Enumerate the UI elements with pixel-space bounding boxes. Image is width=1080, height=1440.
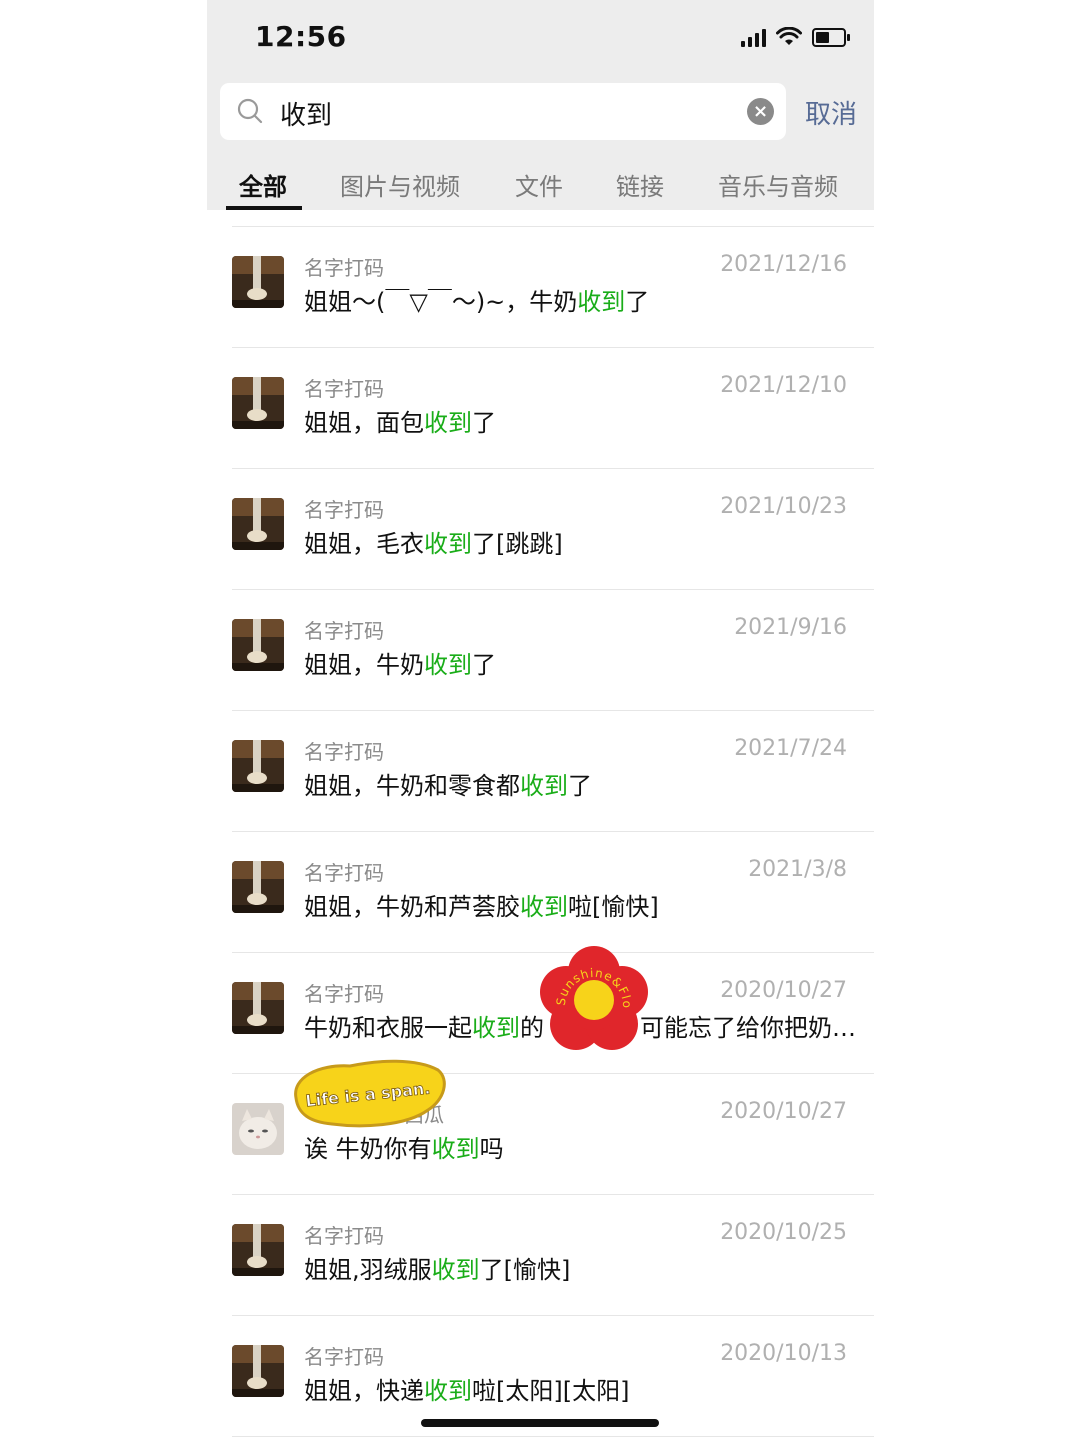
message-text: 姐姐，面包收到了	[304, 409, 496, 437]
message-date: 2020/10/25	[720, 1220, 847, 1245]
message-text: 姐姐，牛奶和零食都收到了	[304, 772, 592, 800]
message-date: 2021/9/16	[734, 615, 847, 640]
avatar	[232, 982, 284, 1034]
filter-tabs: 全部 图片与视频 文件 链接 音乐与音频	[207, 160, 874, 210]
result-item[interactable]: 名字打码 2021/10/23 姐姐，毛衣收到了[跳跳]	[207, 468, 874, 588]
tab-links[interactable]: 链接	[616, 167, 664, 202]
top-bar: 12:56 收到 × 取消 全部 图片与视频 文件 链接 音乐与音频	[207, 0, 874, 210]
result-item[interactable]: 名字打码 2021/7/24 姐姐，牛奶和零食都收到了	[207, 710, 874, 830]
tab-all[interactable]: 全部	[239, 167, 287, 202]
message-text: 姐姐，牛奶收到了	[304, 651, 496, 679]
sender-name: 名字打码	[304, 982, 384, 1006]
phone-screen: 12:56 收到 × 取消 全部 图片与视频 文件 链接 音乐与音频 名字打码 …	[207, 0, 874, 1440]
battery-icon	[812, 27, 850, 47]
avatar	[232, 740, 284, 792]
avatar	[232, 256, 284, 308]
search-bar[interactable]: 收到 ×	[220, 83, 786, 140]
result-item[interactable]: 名字打码 2021/3/8 姐姐，牛奶和芦荟胶收到啦[愉快]	[207, 831, 874, 951]
keyword-highlight: 收到	[520, 893, 568, 921]
message-date: 2021/12/10	[720, 373, 847, 398]
message-date: 2021/10/23	[720, 494, 847, 519]
sender-name: 名字打码	[304, 498, 384, 522]
home-indicator	[421, 1419, 659, 1427]
sender-name: 名字打码	[304, 1345, 384, 1369]
result-item[interactable]: 名字打码 2020/10/25 姐姐,羽绒服收到了[愉快]	[207, 1194, 874, 1314]
message-date: 2021/3/8	[748, 857, 847, 882]
message-text: 诶 牛奶你有收到吗	[304, 1135, 504, 1163]
sunshine-flower-sticker: Sunshine&Flower	[535, 944, 648, 1050]
avatar	[232, 619, 284, 671]
tab-music-audio[interactable]: 音乐与音频	[718, 167, 838, 202]
avatar	[232, 1345, 284, 1397]
avatar	[232, 1224, 284, 1276]
search-icon	[237, 98, 263, 124]
result-item[interactable]: 名字打码 2021/12/10 姐姐，面包收到了	[207, 347, 874, 467]
keyword-highlight: 收到	[472, 1014, 520, 1042]
keyword-highlight: 收到	[424, 1377, 472, 1405]
tab-images-videos[interactable]: 图片与视频	[340, 167, 460, 202]
sender-name: 名字打码	[304, 1224, 384, 1248]
search-input[interactable]: 收到	[280, 95, 332, 132]
keyword-highlight: 收到	[424, 651, 472, 679]
result-item[interactable]: 名字打码 2020/10/13 姐姐，快递收到啦[太阳][太阳]	[207, 1315, 874, 1435]
status-time: 12:56	[255, 20, 347, 53]
message-text: 姐姐～(￣▽￣～)~，牛奶收到了	[304, 288, 650, 316]
message-text: 姐姐，快递收到啦[太阳][太阳]	[304, 1377, 630, 1405]
active-tab-indicator	[226, 206, 302, 210]
message-date: 2020/10/27	[720, 978, 847, 1003]
keyword-highlight: 收到	[520, 772, 568, 800]
avatar	[232, 377, 284, 429]
result-item[interactable]: 名字打码 2021/12/16 姐姐～(￣▽￣～)~，牛奶收到了	[207, 226, 874, 346]
avatar	[232, 498, 284, 550]
life-is-a-span-sticker: Life is a span.	[294, 1059, 446, 1128]
message-date: 2021/12/16	[720, 252, 847, 277]
divider	[232, 1436, 874, 1437]
result-item[interactable]: 名字打码 2021/9/16 姐姐，牛奶收到了	[207, 589, 874, 709]
message-text: 姐姐,羽绒服收到了[愉快]	[304, 1256, 571, 1284]
sender-name: 名字打码	[304, 740, 384, 764]
message-text: 姐姐，牛奶和芦荟胶收到啦[愉快]	[304, 893, 659, 921]
sender-name: 名字打码	[304, 619, 384, 643]
tab-files[interactable]: 文件	[515, 167, 563, 202]
message-date: 2021/7/24	[734, 736, 847, 761]
avatar	[232, 861, 284, 913]
keyword-highlight: 收到	[424, 409, 472, 437]
cellular-signal-icon	[741, 27, 766, 47]
sender-name: 名字打码	[304, 377, 384, 401]
keyword-highlight: 收到	[424, 530, 472, 558]
message-date: 2020/10/13	[720, 1341, 847, 1366]
message-date: 2020/10/27	[720, 1099, 847, 1124]
cancel-button[interactable]: 取消	[805, 94, 857, 131]
keyword-highlight: 收到	[431, 1256, 480, 1284]
clear-search-icon[interactable]: ×	[747, 98, 774, 125]
sender-name: 名字打码	[304, 861, 384, 885]
avatar	[232, 1103, 284, 1155]
message-text: 姐姐，毛衣收到了[跳跳]	[304, 530, 563, 558]
keyword-highlight: 收到	[577, 288, 626, 316]
status-icons	[741, 27, 850, 47]
keyword-highlight: 收到	[431, 1135, 480, 1163]
sender-name: 名字打码	[304, 256, 384, 280]
wifi-icon	[776, 27, 802, 45]
